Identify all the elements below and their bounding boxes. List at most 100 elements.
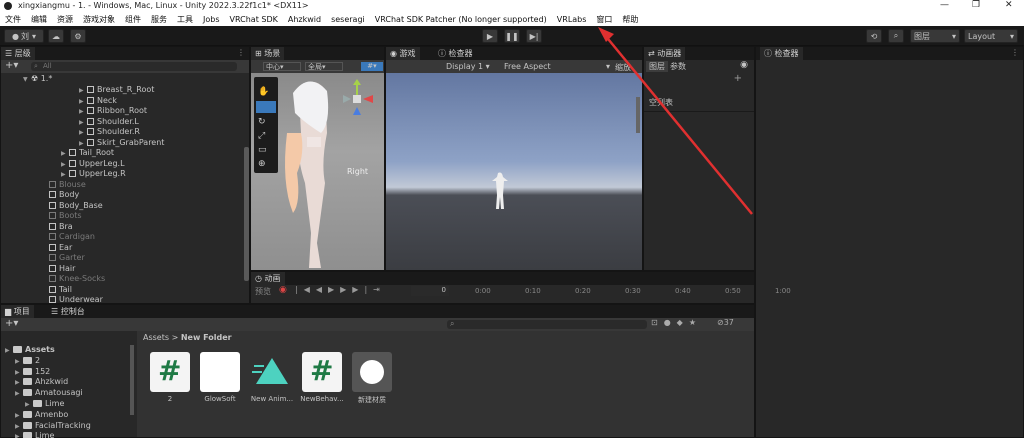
- project-tree-item[interactable]: ▶ FacialTracking: [15, 421, 91, 431]
- menu-item[interactable]: 工具: [177, 14, 193, 25]
- space-dropdown[interactable]: 全局▾: [305, 62, 343, 71]
- play-button[interactable]: ▶: [482, 29, 498, 43]
- expand-arrow-icon[interactable]: ▶: [79, 87, 87, 94]
- breadcrumb-assets[interactable]: Assets: [143, 333, 169, 342]
- hierarchy-item[interactable]: Body_Base: [49, 201, 103, 211]
- project-tree-item[interactable]: ▶ Assets: [5, 345, 55, 355]
- asset-label[interactable]: 2: [145, 395, 195, 403]
- add-parameter-icon[interactable]: +: [734, 73, 742, 84]
- animation-clip-icon[interactable]: [252, 352, 292, 392]
- csharp-script-icon-2[interactable]: #: [302, 352, 342, 392]
- expand-arrow-icon[interactable]: ▶: [61, 161, 69, 168]
- asset-label[interactable]: GlowSoft: [195, 395, 245, 403]
- add-icon[interactable]: +▾: [5, 60, 18, 71]
- expand-arrow-icon[interactable]: ▶: [15, 369, 23, 376]
- hidden-count[interactable]: ⊘37: [717, 318, 734, 327]
- record-icon[interactable]: ◉: [279, 285, 287, 295]
- project-tree-item[interactable]: ▶ Ahzkwid: [15, 377, 68, 387]
- project-tree-item[interactable]: ▶ 152: [15, 367, 50, 377]
- expand-arrow-icon[interactable]: ▶: [15, 379, 23, 386]
- add-icon[interactable]: +▾: [5, 318, 18, 329]
- hierarchy-item[interactable]: ▶ Skirt_GrabParent: [79, 138, 164, 148]
- project-tree-item[interactable]: ▶ Amatousagi: [15, 388, 83, 398]
- menu-item[interactable]: 文件: [5, 14, 21, 25]
- project-tree-item[interactable]: ▶ Lime: [15, 431, 54, 438]
- hierarchy-item[interactable]: ▶ Neck: [79, 96, 117, 106]
- scene-gizmo[interactable]: [339, 77, 383, 121]
- preview-button[interactable]: 预览: [255, 286, 271, 297]
- menu-item[interactable]: seseragi: [331, 15, 365, 24]
- search-input[interactable]: ⌕ All: [31, 62, 237, 71]
- scrollbar[interactable]: [244, 147, 249, 281]
- hierarchy-item[interactable]: ▶ Breast_R_Root: [79, 85, 154, 95]
- step-button[interactable]: ▶|: [526, 29, 542, 43]
- rect-tool-icon[interactable]: ▭: [258, 145, 267, 155]
- asset-label[interactable]: NewBehav...: [297, 395, 347, 403]
- tab-animation[interactable]: ◷ 动画: [251, 272, 285, 285]
- menu-item[interactable]: 编辑: [31, 14, 47, 25]
- csharp-script-icon[interactable]: #: [150, 352, 190, 392]
- asset-label[interactable]: New Anim...: [247, 395, 297, 403]
- menu-item[interactable]: 资源: [57, 14, 73, 25]
- tab-layers[interactable]: 图层: [646, 61, 668, 72]
- glowsoft-texture-icon[interactable]: [200, 352, 240, 392]
- menu-item[interactable]: VRChat SDK Patcher (No longer supported): [375, 15, 547, 24]
- game-viewport[interactable]: [386, 73, 642, 270]
- expand-arrow-icon[interactable]: ▶: [15, 390, 23, 397]
- tree-scrollbar[interactable]: [130, 345, 134, 415]
- scale-tool-icon[interactable]: ⤢: [258, 131, 265, 141]
- menu-item[interactable]: 组件: [125, 14, 141, 25]
- pivot-dropdown[interactable]: 中心▾: [263, 62, 301, 71]
- hierarchy-item[interactable]: ▶ Ribbon_Root: [79, 106, 147, 116]
- tab-console[interactable]: ☰ 控制台: [47, 305, 89, 318]
- minimize-icon[interactable]: —: [940, 0, 949, 10]
- transform-tool-icon[interactable]: ⊕: [258, 159, 266, 169]
- hierarchy-item[interactable]: Body: [49, 190, 79, 200]
- expand-arrow-icon[interactable]: ▶: [61, 150, 69, 157]
- menu-icon[interactable]: ⋮: [237, 48, 245, 57]
- layout-dropdown[interactable]: Layout ▾: [964, 29, 1018, 43]
- tab-animator[interactable]: ⇄ 动画器: [644, 47, 686, 60]
- tab-parameters[interactable]: 参数: [670, 61, 686, 72]
- hand-tool-icon[interactable]: ✋: [258, 87, 269, 97]
- hierarchy-item[interactable]: Blouse: [49, 180, 86, 190]
- history-icon[interactable]: ⟲: [866, 29, 882, 43]
- hierarchy-item[interactable]: ▶ Shoulder.L: [79, 117, 139, 127]
- material-icon[interactable]: [352, 352, 392, 392]
- rotate-tool-icon[interactable]: ↻: [258, 117, 266, 127]
- hierarchy-item[interactable]: ▶ UpperLeg.R: [61, 169, 126, 179]
- breadcrumb-current[interactable]: New Folder: [181, 333, 232, 342]
- expand-arrow-icon[interactable]: ▶: [79, 119, 87, 126]
- hierarchy-item[interactable]: Garter: [49, 253, 85, 263]
- hierarchy-item[interactable]: ▶ Tail_Root: [61, 148, 114, 158]
- expand-arrow-icon[interactable]: ▶: [79, 129, 87, 136]
- eye-icon[interactable]: ◉: [740, 60, 748, 70]
- expand-arrow-icon[interactable]: ▶: [15, 358, 23, 365]
- aspect-dropdown[interactable]: Free Aspect ▾: [504, 62, 610, 71]
- menu-item[interactable]: Ahzkwid: [288, 15, 321, 24]
- hierarchy-item[interactable]: Knee-Socks: [49, 274, 105, 284]
- hierarchy-item[interactable]: Tail: [49, 285, 72, 295]
- project-tree-item[interactable]: ▶ Lime: [25, 399, 64, 409]
- move-tool-icon[interactable]: [256, 101, 276, 113]
- layers-dropdown[interactable]: 图层 ▾: [910, 29, 960, 43]
- menu-item[interactable]: 窗口: [596, 14, 612, 25]
- search-icon[interactable]: ⌕: [888, 29, 904, 43]
- frame-field[interactable]: 0: [411, 286, 449, 296]
- menu-item[interactable]: 帮助: [622, 14, 638, 25]
- tab-inspector-2[interactable]: ⓘ 检查器: [434, 47, 477, 60]
- playback-controls[interactable]: |◀◀▶▶▶|⇥: [295, 285, 386, 294]
- tab-scene[interactable]: ⊞ 场景: [251, 47, 285, 60]
- hierarchy-item[interactable]: Hair: [49, 264, 75, 274]
- game-scrollbar[interactable]: [636, 97, 640, 133]
- project-tree-item[interactable]: ▶ 2: [15, 356, 40, 366]
- scene-row[interactable]: ▼ ☢ 1.*: [23, 74, 52, 84]
- expand-arrow-icon[interactable]: ▶: [15, 412, 23, 419]
- asset-label[interactable]: 新建材质: [347, 395, 397, 405]
- cloud-icon[interactable]: ☁: [48, 29, 64, 43]
- hierarchy-item[interactable]: ▶ Shoulder.R: [79, 127, 140, 137]
- expand-arrow-icon[interactable]: ▶: [15, 423, 23, 430]
- expand-arrow-icon[interactable]: ▶: [15, 433, 23, 438]
- tab-project[interactable]: ▆ 项目: [1, 305, 34, 318]
- hierarchy-item[interactable]: Ear: [49, 243, 72, 253]
